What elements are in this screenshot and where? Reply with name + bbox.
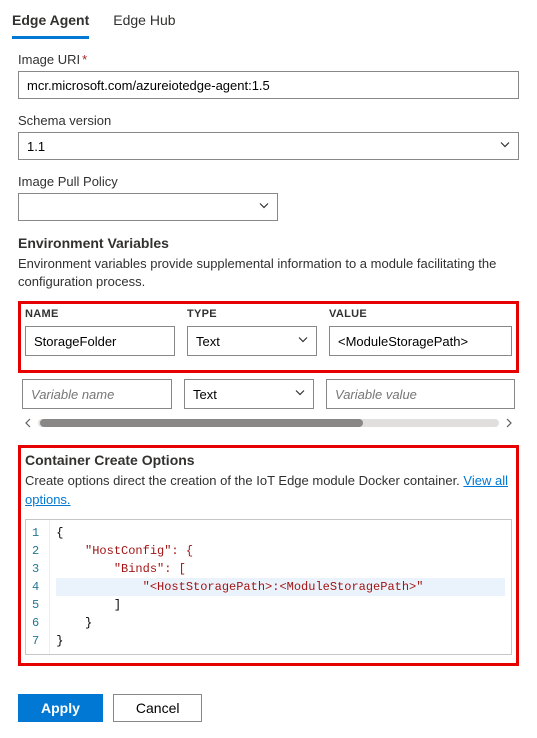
env-header-value: VALUE [329, 308, 512, 320]
code-editor[interactable]: 1234567 { "HostConfig": { "Binds": [ "<H… [25, 519, 512, 655]
env-type-placeholder-select[interactable] [184, 379, 314, 409]
schema-version-label: Schema version [18, 113, 519, 128]
env-header-type: TYPE [187, 308, 317, 320]
env-value-placeholder-input[interactable] [326, 379, 515, 409]
create-options-desc: Create options direct the creation of th… [25, 472, 512, 508]
scroll-thumb[interactable] [40, 419, 363, 427]
image-pull-policy-label: Image Pull Policy [18, 174, 519, 189]
image-uri-input[interactable] [18, 71, 519, 99]
env-type-select[interactable] [187, 326, 317, 356]
env-row-new [18, 379, 519, 409]
scroll-left-icon[interactable] [22, 417, 34, 429]
env-vars-desc: Environment variables provide supplement… [18, 255, 519, 291]
code-body[interactable]: { "HostConfig": { "Binds": [ "<HostStora… [50, 520, 511, 654]
tab-edge-hub[interactable]: Edge Hub [113, 6, 175, 39]
required-indicator: * [82, 52, 87, 67]
create-options-highlight: Container Create Options Create options … [18, 445, 519, 665]
env-vars-highlight: NAME TYPE VALUE [18, 301, 519, 373]
env-vars-title: Environment Variables [18, 235, 519, 251]
env-name-input[interactable] [25, 326, 175, 356]
env-row [25, 326, 512, 356]
schema-version-select[interactable] [18, 132, 519, 160]
tabs: Edge Agent Edge Hub [0, 0, 537, 40]
scroll-right-icon[interactable] [503, 417, 515, 429]
env-header-name: NAME [25, 308, 175, 320]
image-pull-policy-select[interactable] [18, 193, 278, 221]
image-uri-label: Image URI* [18, 52, 519, 67]
code-gutter: 1234567 [26, 520, 50, 654]
apply-button[interactable]: Apply [18, 694, 103, 722]
scroll-track[interactable] [38, 419, 499, 427]
create-options-title: Container Create Options [25, 452, 512, 468]
env-value-input[interactable] [329, 326, 512, 356]
cancel-button[interactable]: Cancel [113, 694, 203, 722]
tab-edge-agent[interactable]: Edge Agent [12, 6, 89, 39]
env-name-placeholder-input[interactable] [22, 379, 172, 409]
horizontal-scrollbar[interactable] [18, 415, 519, 431]
